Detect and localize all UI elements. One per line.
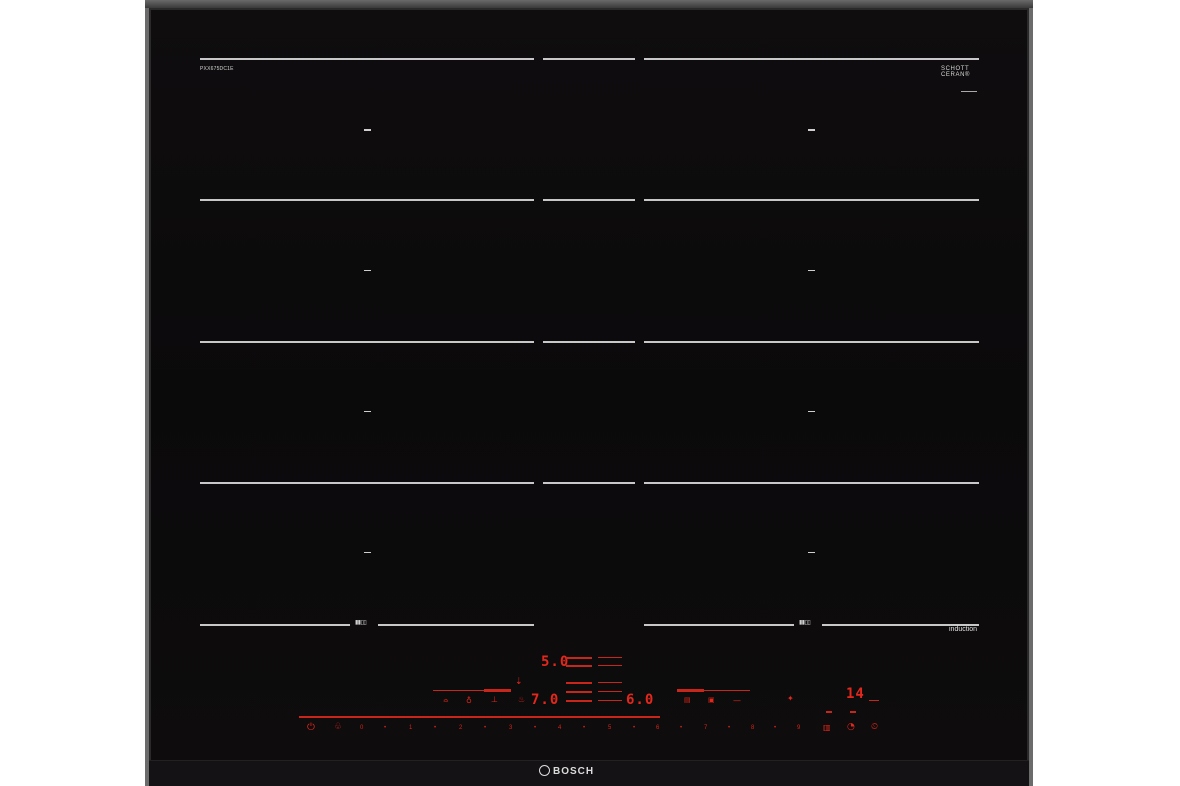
scale-dot-6[interactable]: • (680, 725, 682, 731)
badge-rule (961, 91, 977, 92)
brand-name: BOSCH (553, 766, 595, 777)
dash-icon[interactable]: — (733, 696, 741, 705)
scale-dot-4[interactable]: • (583, 725, 585, 731)
zone-marker-left-2 (364, 270, 371, 271)
child-lock-icon[interactable]: ♧ (334, 723, 342, 732)
cooktop-image: ▮▮▯▯ ▮▮▯▯ PXX675DC1E SCHOTT CERAN® induc… (0, 0, 1180, 786)
zone-line-right-1 (644, 58, 979, 60)
top-display-bar-2 (566, 665, 592, 667)
scale-dot-2[interactable]: • (484, 725, 486, 731)
keep-warm-icon[interactable]: ♁ (466, 696, 472, 705)
schott-ceran-badge: SCHOTT CERAN® (941, 66, 970, 78)
bosch-logo-icon (539, 765, 550, 776)
timer-function-icon[interactable]: ▣ (708, 696, 715, 705)
scale-7[interactable]: 7 (704, 725, 707, 731)
zone-line-center-2 (543, 199, 635, 201)
scale-dot-0[interactable]: • (384, 725, 386, 731)
zone-line-left-1 (200, 58, 534, 60)
zone-select-icon[interactable]: ▤ (684, 696, 691, 705)
alarm-icon[interactable]: ⏲ (871, 723, 878, 732)
right-power-display: 6.0 (626, 692, 655, 708)
zone-line-center-4 (543, 482, 635, 484)
scale-8[interactable]: 8 (751, 725, 754, 731)
move-mode-icon[interactable]: ⇣ (515, 678, 523, 687)
zone-marker-right-1 (808, 129, 815, 131)
induction-label: induction (949, 626, 978, 633)
zone-marker-left-1 (364, 129, 371, 131)
boost-icon[interactable]: ⊥ (491, 695, 498, 704)
zone-line-right-2 (644, 199, 979, 201)
scale-9[interactable]: 9 (797, 725, 800, 731)
wipe-protection-icon[interactable]: ▥ (823, 723, 831, 732)
plus-icon[interactable]: ✦ (787, 694, 794, 703)
center-power-display: 7.0 (531, 692, 560, 708)
zone-marker-right-2 (808, 270, 815, 271)
badge-line-2: CERAN® (941, 72, 971, 78)
scale-5[interactable]: 5 (608, 725, 611, 731)
zone-marker-right-3 (808, 411, 815, 412)
scale-2[interactable]: 2 (459, 725, 462, 731)
flex-zone-icon-left: ▮▮▯▯ (355, 619, 367, 626)
zone-line-center-3 (543, 341, 635, 343)
timer-underline (869, 700, 879, 701)
zone-line-left-5b (378, 624, 534, 626)
slider-tick-right-1 (826, 711, 832, 713)
center-display-bar-2 (566, 691, 592, 693)
timer-icon[interactable]: ◔ (847, 723, 855, 732)
left-function-bar-active (484, 689, 511, 692)
zone-marker-left-4 (364, 552, 371, 553)
center-display-bar-4 (598, 682, 622, 683)
zone-line-right-4 (644, 482, 979, 484)
zone-line-left-4 (200, 482, 534, 484)
top-display-bar-3 (598, 657, 622, 658)
power-icon[interactable]: ⏻ (307, 723, 315, 733)
slider-tick-right-2 (850, 711, 856, 713)
flex-zone-icon-right: ▮▮▯▯ (799, 619, 811, 626)
scale-3[interactable]: 3 (509, 725, 512, 731)
zone-line-right-5a (644, 624, 794, 626)
center-display-bar-3 (566, 700, 592, 702)
scale-4[interactable]: 4 (558, 725, 561, 731)
top-display-bar-1 (566, 657, 592, 659)
scale-dot-8[interactable]: • (774, 725, 776, 731)
top-display-bar-4 (598, 665, 622, 666)
timer-display: 14 (846, 686, 865, 702)
zone-marker-right-4 (808, 552, 815, 553)
center-display-bar-6 (598, 700, 622, 701)
center-display-bar-5 (598, 691, 622, 692)
model-label: PXX675DC1E (200, 66, 234, 72)
zone-line-right-3 (644, 341, 979, 343)
center-display-bar-1 (566, 682, 592, 684)
frying-sensor-icon[interactable]: ≏ (443, 697, 449, 706)
induction-hob-glass (145, 0, 1033, 786)
scale-dot-1[interactable]: • (434, 725, 436, 731)
scale-dot-3[interactable]: • (534, 725, 536, 731)
hob-top-frame (145, 0, 1033, 8)
scale-1[interactable]: 1 (409, 725, 412, 731)
scale-6[interactable]: 6 (656, 725, 659, 731)
cooking-sensor-icon[interactable]: ♨ (518, 695, 525, 704)
power-slider-track[interactable] (299, 716, 660, 718)
scale-dot-7[interactable]: • (728, 725, 730, 731)
zone-line-left-5a (200, 624, 350, 626)
right-function-bar (700, 690, 750, 691)
zone-line-center-1 (543, 58, 635, 60)
scale-dot-5[interactable]: • (633, 725, 635, 731)
zone-marker-left-3 (364, 411, 371, 412)
zone-line-left-2 (200, 199, 534, 201)
zone-line-left-3 (200, 341, 534, 343)
scale-0[interactable]: 0 (360, 725, 363, 731)
